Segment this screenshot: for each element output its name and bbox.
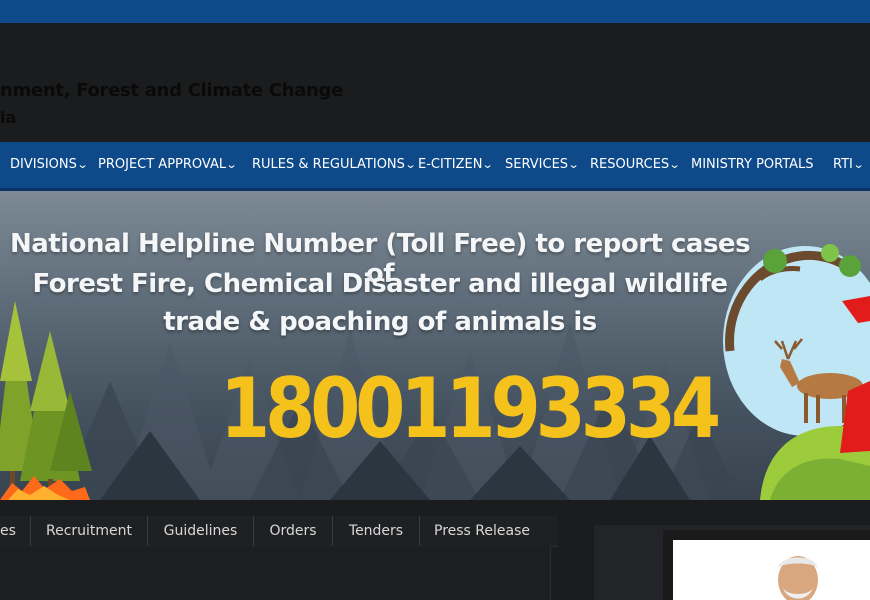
nav-divisions[interactable]: DIVISIONS⌄ <box>10 142 89 188</box>
nav-rti[interactable]: RTI⌄ <box>833 142 865 188</box>
tab-notices[interactable]: es <box>0 516 31 546</box>
nav-label: SERVICES <box>505 157 569 172</box>
banner-line-2: Forest Fire, Chemical Disaster and illeg… <box>32 269 728 299</box>
news-tabs: es Recruitment Guidelines Orders Tenders… <box>0 516 558 547</box>
nav-project-approval[interactable]: PROJECT APPROVAL⌄ <box>98 142 238 188</box>
chevron-down-icon: ⌄ <box>852 158 865 171</box>
leader-photo[interactable] <box>673 540 870 600</box>
nav-e-citizen[interactable]: E-CITIZEN⌄ <box>418 142 495 188</box>
chevron-down-icon: ⌄ <box>225 158 238 171</box>
tab-recruitment[interactable]: Recruitment <box>31 516 148 546</box>
nav-resources[interactable]: RESOURCES⌄ <box>590 142 681 188</box>
nav-label: PROJECT APPROVAL <box>98 157 227 172</box>
banner-line-3: trade & poaching of animals is <box>163 307 597 337</box>
nav-services[interactable]: SERVICES⌄ <box>505 142 580 188</box>
nav-ministry-portals[interactable]: MINISTRY PORTALS <box>691 142 814 188</box>
tab-content-panel <box>0 546 551 600</box>
tab-guidelines[interactable]: Guidelines <box>148 516 254 546</box>
tab-press-release[interactable]: Press Release <box>420 516 544 546</box>
top-bar <box>0 0 870 23</box>
chevron-down-icon: ⌄ <box>76 158 89 171</box>
nav-rules-regulations[interactable]: RULES & REGULATIONS⌄ <box>252 142 417 188</box>
chevron-down-icon: ⌄ <box>567 158 580 171</box>
chevron-down-icon: ⌄ <box>482 158 495 171</box>
chevron-down-icon: ⌄ <box>404 158 417 171</box>
nav-label: E-CITIZEN <box>418 157 483 172</box>
nav-label: RTI <box>833 157 853 172</box>
portrait-image <box>778 556 818 600</box>
main-navigation: DIVISIONS⌄ PROJECT APPROVAL⌄ RULES & REG… <box>0 142 870 191</box>
tab-tenders[interactable]: Tenders <box>333 516 420 546</box>
chevron-down-icon: ⌄ <box>668 158 681 171</box>
site-header: nment, Forest and Climate Change ia <box>0 23 870 142</box>
government-name: ia <box>0 108 17 127</box>
nav-label: MINISTRY PORTALS <box>691 157 814 172</box>
nav-label: RULES & REGULATIONS <box>252 157 405 172</box>
nav-label: RESOURCES <box>590 157 670 172</box>
tab-orders[interactable]: Orders <box>254 516 333 546</box>
nav-label: DIVISIONS <box>10 157 77 172</box>
helpline-number: 18001193334 <box>220 360 721 457</box>
ministry-name[interactable]: nment, Forest and Climate Change <box>0 80 343 101</box>
